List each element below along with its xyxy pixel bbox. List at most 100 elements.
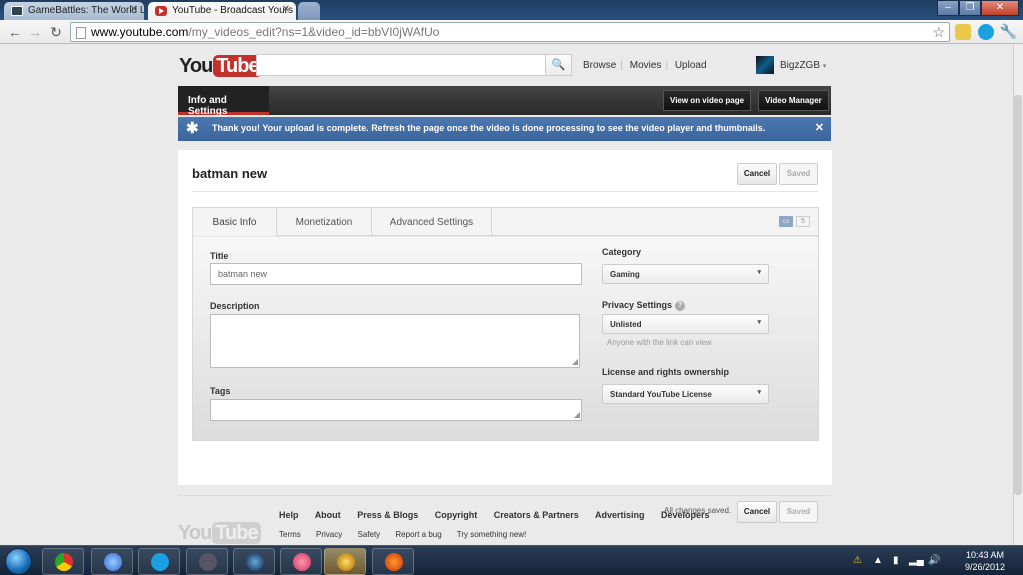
start-button[interactable]	[5, 548, 32, 575]
description-textarea[interactable]: ◢	[210, 314, 580, 368]
username-menu[interactable]: BigzZGB ▾	[780, 60, 826, 71]
divider	[192, 191, 818, 192]
description-label: Description	[210, 301, 260, 311]
privacy-hint: Anyone with the link can view	[607, 338, 712, 347]
extension-icon[interactable]	[955, 24, 971, 40]
footer-youtube-logo[interactable]: You Tube	[178, 522, 261, 545]
browser-tab-youtube[interactable]: YouTube - Broadcast Yours ✕	[148, 2, 296, 20]
browser-tab-gamebattles[interactable]: GameBattles: The World Le ✕	[4, 2, 144, 20]
footer-links-primary: Help About Press & Blogs Copyright Creat…	[279, 510, 724, 520]
privacy-label: Privacy Settings?	[602, 300, 686, 311]
scrollbar-thumb[interactable]	[1014, 95, 1022, 495]
editor-tabs: Basic Info Monetization Advanced Setting…	[193, 208, 818, 236]
resize-grip-icon[interactable]: ◢	[572, 358, 578, 366]
power-icon[interactable]: ▮	[893, 555, 899, 566]
app-icon	[293, 553, 311, 571]
windows-taskbar: ⚠ ▲ ▮ ▂▄ 🔊 10:43 AM 9/26/2012	[0, 545, 1023, 575]
footer-link-try-new[interactable]: Try something new!	[457, 530, 527, 539]
video-manager-button[interactable]: Video Manager	[758, 90, 829, 111]
clock[interactable]: 10:43 AM 9/26/2012	[965, 549, 1005, 573]
browser-toolbar: ← → ↻ www.youtube.com/my_videos_edit?ns=…	[0, 20, 1023, 44]
upload-complete-notice: ✱ Thank you! Your upload is complete. Re…	[178, 117, 831, 141]
close-icon[interactable]: ✕	[282, 4, 290, 15]
maximize-icon[interactable]: ❐	[959, 0, 981, 16]
footer-link-privacy[interactable]: Privacy	[316, 530, 342, 539]
footer-link-advertising[interactable]: Advertising	[595, 510, 645, 520]
footer-link-terms[interactable]: Terms	[279, 530, 301, 539]
network-icon[interactable]: ▂▄	[909, 555, 924, 566]
basic-info-form: Title batman new Description ◢ Tags ◢ Ca…	[193, 237, 818, 440]
footer-link-about[interactable]: About	[315, 510, 341, 520]
taskbar-skype[interactable]	[138, 548, 180, 575]
new-tab-button[interactable]	[298, 2, 320, 20]
youtube-logo[interactable]: You Tube	[179, 55, 262, 78]
top-nav: Browse | Movies | Upload	[583, 60, 707, 71]
headphones-icon	[385, 553, 403, 571]
search-input[interactable]	[256, 54, 546, 76]
footer-link-copyright[interactable]: Copyright	[435, 510, 478, 520]
taskbar-steam[interactable]	[186, 548, 228, 575]
minimize-icon[interactable]: –	[937, 0, 959, 16]
tab-advanced-settings[interactable]: Advanced Settings	[372, 208, 492, 236]
footer-link-developers[interactable]: Developers	[661, 510, 710, 520]
bookmark-star-icon[interactable]: ☆	[932, 24, 945, 41]
nav-movies[interactable]: Movies	[630, 60, 662, 71]
chrome-icon	[55, 553, 73, 571]
avatar[interactable]	[756, 56, 774, 74]
address-bar[interactable]: www.youtube.com/my_videos_edit?ns=1&vide…	[70, 22, 950, 42]
comment-icon[interactable]: ▭	[779, 216, 793, 227]
wrench-menu-icon[interactable]: 🔧	[1000, 23, 1017, 40]
up-arrow-icon[interactable]: ▲	[873, 555, 883, 566]
footer: You Tube Help About Press & Blogs Copyrig…	[178, 495, 831, 545]
browser-tabstrip: GameBattles: The World Le ✕ YouTube - Br…	[0, 0, 1023, 20]
footer-link-creators[interactable]: Creators & Partners	[494, 510, 579, 520]
taskbar-audacity[interactable]	[372, 548, 414, 575]
page-title: batman new	[192, 166, 268, 181]
footer-link-press[interactable]: Press & Blogs	[357, 510, 418, 520]
dropdown-caret-icon: ▾	[757, 269, 761, 276]
notice-text: Thank you! Your upload is complete. Refr…	[212, 123, 766, 133]
volume-icon[interactable]: 🔊	[928, 555, 940, 566]
nav-browse[interactable]: Browse	[583, 60, 616, 71]
window-controls: – ❐ ✕	[937, 0, 1019, 16]
skype-icon	[151, 553, 169, 571]
page-scrollbar[interactable]	[1013, 45, 1023, 545]
star-icon: ✱	[186, 120, 199, 137]
reload-icon[interactable]: ↻	[47, 23, 65, 41]
back-arrow-icon[interactable]: ←	[6, 23, 24, 41]
tab-monetization[interactable]: Monetization	[277, 208, 372, 236]
close-icon[interactable]: ✕	[815, 121, 824, 134]
tags-label: Tags	[210, 386, 231, 396]
privacy-select[interactable]: Unlisted ▾	[602, 314, 769, 334]
tab-basic-info[interactable]: Basic Info	[193, 208, 277, 236]
taskbar-app-3[interactable]	[324, 548, 366, 575]
tab-title: YouTube - Broadcast Yours	[172, 5, 294, 16]
tags-input[interactable]: ◢	[210, 399, 582, 421]
tab-info-and-settings[interactable]: Info and Settings	[178, 86, 269, 117]
footer-link-safety[interactable]: Safety	[357, 530, 380, 539]
close-window-icon[interactable]: ✕	[981, 0, 1019, 16]
warning-icon[interactable]: ⚠	[853, 555, 862, 566]
view-on-video-page-button[interactable]: View on video page	[663, 90, 752, 111]
cancel-button[interactable]: Cancel	[737, 163, 777, 185]
forward-arrow-icon[interactable]: →	[26, 23, 44, 41]
help-icon[interactable]: ?	[675, 301, 686, 311]
taskbar-chrome[interactable]	[42, 548, 84, 575]
license-label: License and rights ownership	[602, 367, 730, 377]
taskbar-app[interactable]	[233, 548, 275, 575]
footer-link-help[interactable]: Help	[279, 510, 299, 520]
itunes-icon	[104, 553, 122, 571]
category-select[interactable]: Gaming ▾	[602, 264, 769, 284]
title-input[interactable]: batman new	[210, 263, 582, 285]
search-button[interactable]: 🔍	[545, 54, 572, 76]
close-icon[interactable]: ✕	[130, 4, 138, 15]
nav-upload[interactable]: Upload	[675, 60, 707, 71]
taskbar-itunes[interactable]	[91, 548, 133, 575]
chevron-down-icon: ▾	[822, 63, 827, 70]
saved-button[interactable]: Saved	[779, 163, 818, 185]
taskbar-app-2[interactable]	[280, 548, 322, 575]
license-select[interactable]: Standard YouTube License ▾	[602, 384, 769, 404]
resize-grip-icon[interactable]: ◢	[574, 411, 580, 419]
footer-link-report-bug[interactable]: Report a bug	[395, 530, 441, 539]
skype-extension-icon[interactable]	[978, 24, 994, 40]
